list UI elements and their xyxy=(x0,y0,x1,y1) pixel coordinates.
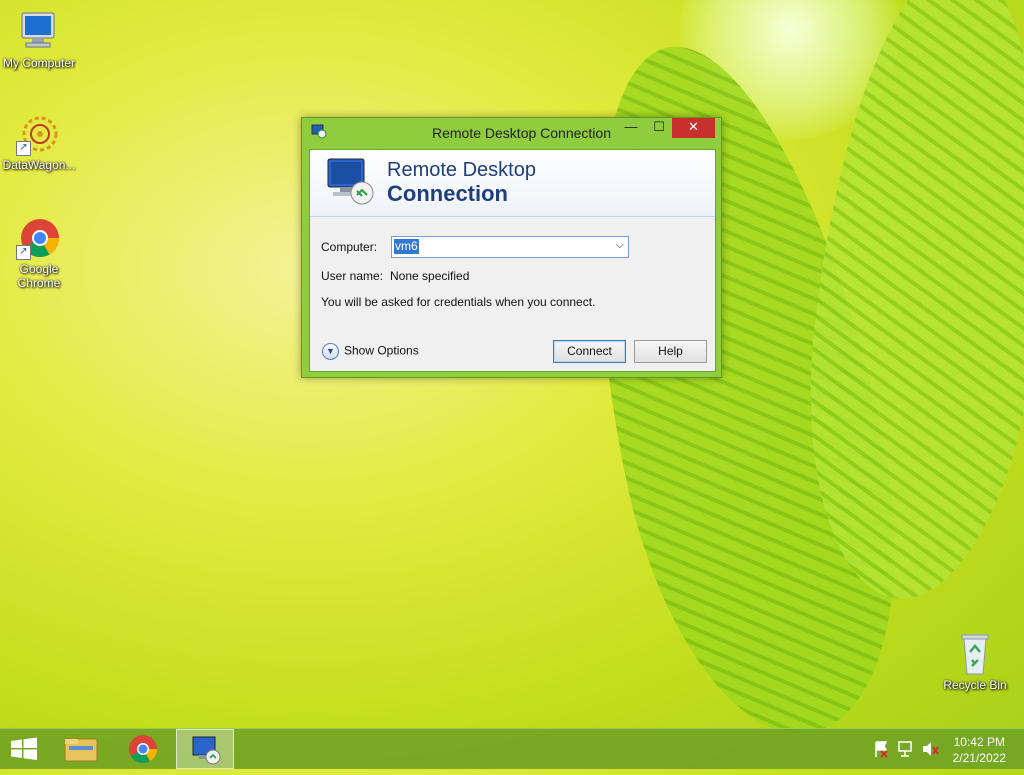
computer-icon xyxy=(16,10,62,54)
datawagon-logo-icon: ↗ xyxy=(16,112,62,156)
username-label: User name: xyxy=(321,269,384,283)
desktop-icon-label: Recycle Bin xyxy=(943,678,1007,692)
shortcut-arrow-icon: ↗ xyxy=(16,245,31,260)
folder-icon xyxy=(64,738,98,762)
desktop-icon-datawagon[interactable]: ↗ DataWagon... xyxy=(0,112,78,172)
windows-logo-icon xyxy=(11,737,37,760)
remote-desktop-icon xyxy=(192,736,221,765)
network-icon[interactable] xyxy=(898,741,912,757)
shortcut-arrow-icon: ↗ xyxy=(16,141,31,156)
banner-title-line2: Connection xyxy=(387,181,508,206)
dialog-client-area: Remote Desktop Connection Computer: vm6 … xyxy=(309,149,716,372)
desktop-icon-google-chrome[interactable]: ↗ Google Chrome xyxy=(0,216,78,290)
taskbar-chrome[interactable] xyxy=(114,729,172,769)
minimize-button[interactable]: — xyxy=(618,118,644,138)
desktop-icon-recycle-bin[interactable]: Recycle Bin xyxy=(936,632,1014,692)
taskbar-remote-desktop[interactable] xyxy=(176,729,234,769)
desktop-icon-label: Google Chrome xyxy=(17,262,61,290)
close-icon: ✕ xyxy=(688,119,699,134)
remote-desktop-dialog: Remote Desktop Connection — ☐ ✕ Remote D… xyxy=(301,117,722,378)
taskbar: 10:42 PM 2/21/2022 xyxy=(0,728,1024,769)
banner-title-line1: Remote Desktop xyxy=(387,159,536,181)
chevron-down-icon[interactable]: ⌵ xyxy=(616,239,624,252)
chrome-icon xyxy=(129,735,157,763)
dialog-titlebar[interactable]: Remote Desktop Connection — ☐ ✕ xyxy=(302,118,721,145)
desktop-icon-my-computer[interactable]: My Computer xyxy=(0,10,78,70)
computer-label: Computer: xyxy=(321,240,378,254)
dialog-banner: Remote Desktop Connection xyxy=(310,150,715,217)
show-options-label: Show Options xyxy=(344,343,419,358)
volume-muted-icon[interactable] xyxy=(923,742,939,756)
connect-button[interactable]: Connect xyxy=(553,340,626,363)
username-value: None specified xyxy=(390,269,470,283)
chrome-icon: ↗ xyxy=(16,216,62,260)
system-tray xyxy=(872,729,942,769)
expand-arrow-icon: ▼ xyxy=(322,343,339,360)
maximize-button[interactable]: ☐ xyxy=(646,118,672,138)
clock-time: 10:42 PM xyxy=(953,735,1005,749)
remote-desktop-logo-icon xyxy=(324,156,378,208)
credentials-info-text: You will be asked for credentials when y… xyxy=(321,295,596,309)
computer-combobox[interactable]: vm6 ⌵ xyxy=(391,236,629,258)
desktop-icon-label: DataWagon... xyxy=(2,158,76,172)
taskbar-file-explorer[interactable] xyxy=(52,729,110,769)
show-options-toggle[interactable]: ▼ Show Options xyxy=(322,343,419,360)
computer-value[interactable]: vm6 xyxy=(394,239,419,254)
recycle-bin-icon xyxy=(952,632,998,676)
close-button[interactable]: ✕ xyxy=(672,118,715,138)
help-button[interactable]: Help xyxy=(634,340,707,363)
clock-date: 2/21/2022 xyxy=(952,751,1006,765)
desktop-icon-label: My Computer xyxy=(2,56,76,70)
start-button[interactable] xyxy=(0,729,48,769)
action-center-flag-icon[interactable] xyxy=(875,741,888,758)
taskbar-clock[interactable]: 10:42 PM 2/21/2022 xyxy=(953,734,1006,766)
